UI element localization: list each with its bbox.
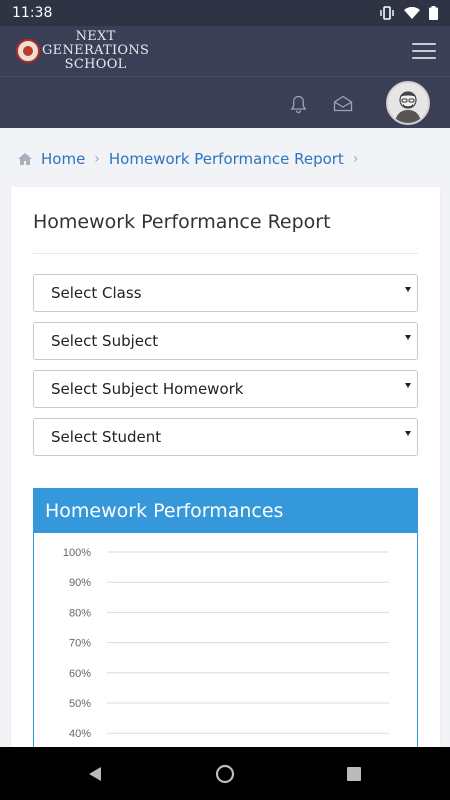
- user-toolbar: [0, 76, 450, 128]
- breadcrumb: Home › Homework Performance Report ›: [18, 150, 358, 168]
- battery-icon: [429, 6, 438, 20]
- class-select-value: Select Class: [51, 284, 142, 302]
- y-tick-label: 60%: [69, 668, 91, 680]
- title-divider: [33, 253, 418, 254]
- report-card: Homework Performance Report Select Class…: [11, 187, 440, 767]
- y-tick-label: 80%: [69, 607, 91, 619]
- wifi-icon: [404, 6, 420, 19]
- user-avatar-icon: [388, 83, 428, 123]
- student-select[interactable]: Select Student: [33, 418, 418, 456]
- chevron-down-icon: [405, 335, 411, 340]
- school-logo[interactable]: NEXT GENERATIONS SCHOOL: [16, 30, 149, 72]
- app-header: NEXT GENERATIONS SCHOOL: [0, 26, 450, 76]
- breadcrumb-separator-icon: ›: [352, 151, 359, 167]
- student-select-value: Select Student: [51, 428, 162, 446]
- chevron-down-icon: [405, 383, 411, 388]
- y-tick-label: 90%: [69, 577, 91, 589]
- school-name-line-3: SCHOOL: [64, 57, 127, 72]
- recents-icon[interactable]: [346, 766, 362, 782]
- menu-icon[interactable]: [412, 43, 436, 59]
- back-icon[interactable]: [87, 766, 103, 782]
- class-select[interactable]: Select Class: [33, 274, 418, 312]
- breadcrumb-home-link[interactable]: Home: [41, 150, 85, 168]
- home-circle-icon[interactable]: [215, 764, 235, 784]
- status-icons: [379, 6, 438, 20]
- y-tick-label: 50%: [69, 698, 91, 710]
- status-time: 11:38: [12, 5, 53, 21]
- system-navigation-bar: [0, 747, 450, 800]
- envelope-icon[interactable]: [333, 95, 353, 112]
- school-name-line-1: NEXT: [75, 29, 116, 44]
- school-name-line-2: GENERATIONS: [42, 43, 150, 58]
- y-tick-label: 40%: [69, 728, 91, 740]
- homework-select[interactable]: Select Subject Homework: [33, 370, 418, 408]
- breadcrumb-separator-icon: ›: [94, 151, 100, 167]
- y-tick-label: 100%: [63, 547, 91, 559]
- school-name: NEXT GENERATIONS SCHOOL: [42, 30, 149, 72]
- subject-select[interactable]: Select Subject: [33, 322, 418, 360]
- status-bar: 11:38: [0, 0, 450, 26]
- chevron-down-icon: [405, 287, 411, 292]
- performance-chart: 100% 90% 80% 70% 60% 50% 40%: [63, 547, 389, 740]
- panel-title: Homework Performances: [34, 489, 417, 533]
- breadcrumb-current-link[interactable]: Homework Performance Report: [109, 150, 344, 168]
- user-avatar[interactable]: [386, 81, 430, 125]
- school-emblem-icon: [16, 39, 40, 63]
- subject-select-value: Select Subject: [51, 332, 159, 350]
- home-icon: [18, 153, 32, 165]
- performance-panel: Homework Performances 100% 90% 80% 70% 60% 50…: [33, 488, 418, 767]
- bell-icon[interactable]: [290, 95, 307, 114]
- homework-select-value: Select Subject Homework: [51, 380, 244, 398]
- chevron-down-icon: [405, 431, 411, 436]
- y-tick-label: 70%: [69, 638, 91, 650]
- vibrate-icon: [380, 6, 394, 20]
- page-title: Homework Performance Report: [33, 211, 331, 233]
